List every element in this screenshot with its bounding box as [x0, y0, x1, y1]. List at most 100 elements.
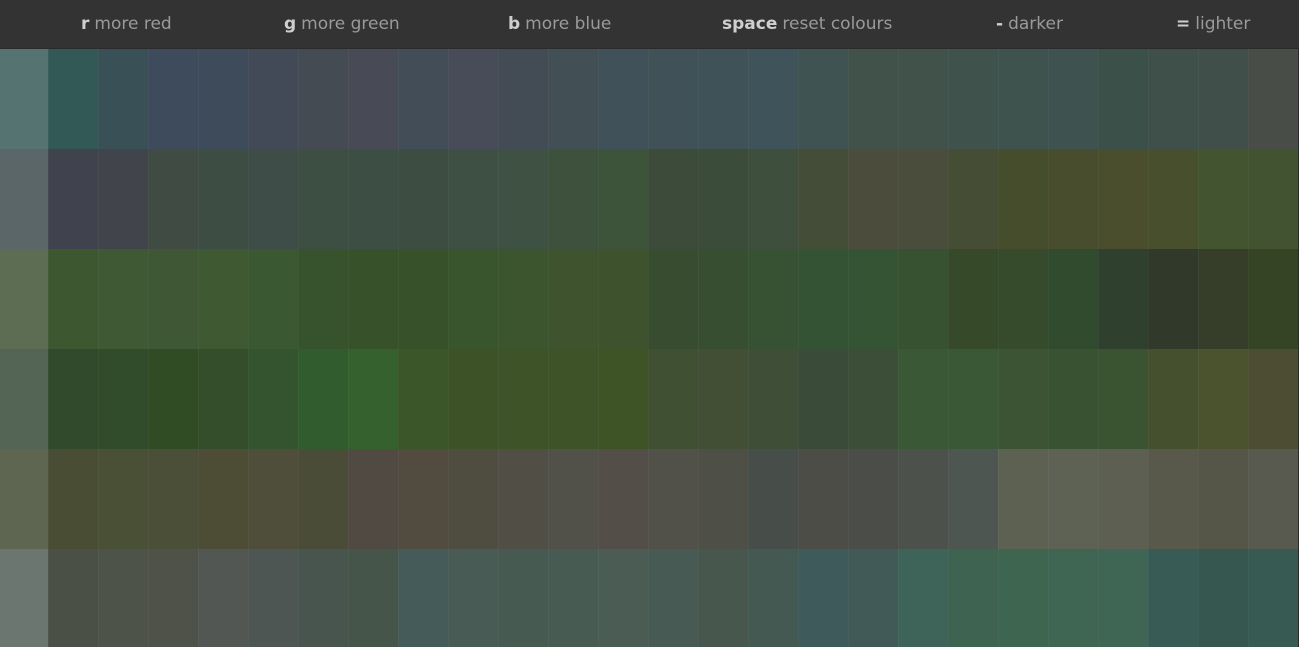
colour-swatch[interactable] [248, 349, 298, 449]
colour-swatch[interactable] [148, 49, 198, 149]
colour-swatch[interactable] [48, 349, 98, 449]
row-base-swatch[interactable] [0, 349, 48, 449]
colour-swatch[interactable] [898, 549, 948, 647]
colour-swatch[interactable] [948, 349, 998, 449]
colour-swatch[interactable] [1248, 249, 1298, 349]
colour-swatch[interactable] [98, 549, 148, 647]
colour-swatch[interactable] [498, 549, 548, 647]
colour-swatch[interactable] [348, 249, 398, 349]
colour-swatch[interactable] [1198, 549, 1248, 647]
colour-swatch[interactable] [998, 549, 1048, 647]
colour-swatch[interactable] [598, 149, 648, 249]
colour-swatch[interactable] [1048, 349, 1098, 449]
colour-swatch[interactable] [598, 349, 648, 449]
colour-swatch[interactable] [198, 349, 248, 449]
colour-swatch[interactable] [1148, 349, 1198, 449]
colour-swatch[interactable] [48, 49, 98, 149]
colour-swatch[interactable] [298, 249, 348, 349]
row-base-swatch[interactable] [0, 49, 48, 149]
row-base-swatch[interactable] [0, 449, 48, 549]
colour-swatch[interactable] [648, 249, 698, 349]
colour-swatch[interactable] [998, 349, 1048, 449]
colour-swatch[interactable] [1148, 249, 1198, 349]
colour-swatch[interactable] [348, 449, 398, 549]
colour-swatch[interactable] [898, 249, 948, 349]
colour-swatch[interactable] [1198, 149, 1248, 249]
colour-swatch[interactable] [148, 249, 198, 349]
colour-swatch[interactable] [998, 449, 1048, 549]
colour-swatch[interactable] [198, 149, 248, 249]
colour-swatch[interactable] [298, 349, 348, 449]
colour-swatch[interactable] [298, 449, 348, 549]
colour-swatch[interactable] [748, 249, 798, 349]
colour-swatch[interactable] [748, 549, 798, 647]
colour-swatch[interactable] [1198, 349, 1248, 449]
colour-swatch[interactable] [1148, 449, 1198, 549]
colour-swatch[interactable] [948, 449, 998, 549]
colour-swatch[interactable] [98, 149, 148, 249]
colour-swatch[interactable] [748, 49, 798, 149]
colour-swatch[interactable] [1048, 249, 1098, 349]
colour-swatch[interactable] [848, 249, 898, 349]
colour-swatch[interactable] [1148, 49, 1198, 149]
colour-swatch[interactable] [1048, 549, 1098, 647]
colour-swatch[interactable] [198, 449, 248, 549]
colour-swatch[interactable] [1248, 149, 1298, 249]
colour-swatch[interactable] [348, 49, 398, 149]
colour-swatch[interactable] [448, 249, 498, 349]
colour-swatch[interactable] [698, 349, 748, 449]
colour-swatch[interactable] [548, 49, 598, 149]
colour-swatch[interactable] [398, 549, 448, 647]
colour-swatch[interactable] [248, 549, 298, 647]
colour-swatch[interactable] [1048, 49, 1098, 149]
colour-swatch[interactable] [498, 149, 548, 249]
colour-swatch[interactable] [1098, 349, 1148, 449]
colour-swatch[interactable] [648, 349, 698, 449]
colour-swatch[interactable] [598, 49, 648, 149]
colour-swatch[interactable] [848, 549, 898, 647]
colour-swatch[interactable] [448, 49, 498, 149]
colour-swatch[interactable] [648, 149, 698, 249]
colour-swatch[interactable] [998, 249, 1048, 349]
colour-swatch[interactable] [98, 349, 148, 449]
colour-swatch[interactable] [398, 149, 448, 249]
colour-swatch[interactable] [548, 449, 598, 549]
colour-swatch[interactable] [648, 449, 698, 549]
colour-swatch[interactable] [1248, 49, 1298, 149]
colour-swatch[interactable] [298, 549, 348, 647]
colour-swatch[interactable] [898, 49, 948, 149]
colour-swatch[interactable] [698, 249, 748, 349]
colour-swatch[interactable] [698, 149, 748, 249]
colour-swatch[interactable] [798, 249, 848, 349]
colour-swatch[interactable] [148, 149, 198, 249]
colour-swatch[interactable] [798, 49, 848, 149]
colour-swatch[interactable] [698, 49, 748, 149]
colour-swatch[interactable] [498, 349, 548, 449]
colour-swatch[interactable] [598, 449, 648, 549]
colour-swatch[interactable] [748, 449, 798, 549]
colour-swatch[interactable] [1198, 449, 1248, 549]
colour-swatch[interactable] [248, 449, 298, 549]
colour-swatch[interactable] [548, 549, 598, 647]
colour-swatch[interactable] [448, 449, 498, 549]
colour-swatch[interactable] [48, 249, 98, 349]
row-base-swatch[interactable] [0, 549, 48, 647]
colour-swatch[interactable] [48, 549, 98, 647]
colour-swatch[interactable] [948, 249, 998, 349]
colour-swatch[interactable] [898, 149, 948, 249]
colour-swatch[interactable] [1148, 549, 1198, 647]
colour-swatch[interactable] [1198, 49, 1248, 149]
colour-swatch[interactable] [948, 549, 998, 647]
colour-swatch[interactable] [798, 549, 848, 647]
row-base-swatch[interactable] [0, 249, 48, 349]
colour-swatch[interactable] [1248, 549, 1298, 647]
colour-swatch[interactable] [898, 449, 948, 549]
colour-swatch[interactable] [1048, 149, 1098, 249]
colour-swatch[interactable] [348, 149, 398, 249]
colour-swatch[interactable] [398, 49, 448, 149]
colour-swatch[interactable] [748, 349, 798, 449]
colour-swatch[interactable] [798, 349, 848, 449]
colour-swatch[interactable] [98, 249, 148, 349]
colour-swatch[interactable] [248, 149, 298, 249]
colour-swatch[interactable] [698, 449, 748, 549]
